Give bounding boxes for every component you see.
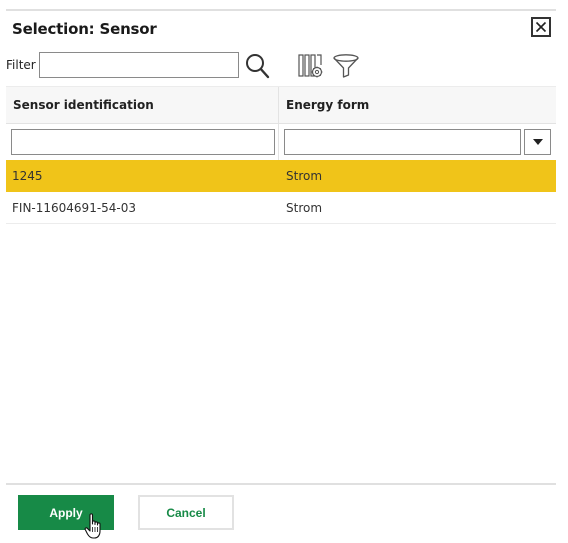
column-header-sensor-identification[interactable]: Sensor identification xyxy=(6,87,279,123)
table-row[interactable]: FIN-11604691-54-03 Strom xyxy=(6,192,556,224)
search-icon xyxy=(246,54,270,79)
grid-header: Sensor identification Energy form xyxy=(6,86,556,124)
filter-input[interactable] xyxy=(39,52,239,78)
energy-form-filter-cell xyxy=(279,124,556,160)
top-divider xyxy=(6,9,556,11)
chevron-down-icon xyxy=(532,139,543,145)
energy-form-cell: Strom xyxy=(286,168,323,183)
advanced-filter-button[interactable] xyxy=(332,53,360,79)
sensor-id-filter-input[interactable] xyxy=(11,129,275,155)
sensor-grid: Sensor identification Energy form 1245 S… xyxy=(6,86,556,224)
search-button[interactable] xyxy=(244,52,270,80)
column-settings-icon xyxy=(298,54,323,78)
sensor-id-cell: 1245 xyxy=(12,168,43,183)
cancel-button[interactable]: Cancel xyxy=(138,495,234,530)
energy-form-filter-input[interactable] xyxy=(284,129,521,155)
energy-form-dropdown-button[interactable] xyxy=(524,129,551,155)
apply-button[interactable]: Apply xyxy=(18,495,114,530)
funnel-icon xyxy=(333,54,359,78)
dialog-title: Selection: Sensor xyxy=(12,20,157,38)
column-filter-row xyxy=(6,124,556,160)
close-icon xyxy=(535,21,547,33)
close-button[interactable] xyxy=(531,17,551,37)
table-row[interactable]: 1245 Strom xyxy=(6,160,556,192)
column-settings-button[interactable] xyxy=(298,53,324,79)
column-header-energy-form[interactable]: Energy form xyxy=(279,87,556,123)
bottom-divider xyxy=(6,483,556,485)
sensor-id-cell: FIN-11604691-54-03 xyxy=(12,200,137,215)
energy-form-cell: Strom xyxy=(286,200,323,215)
sensor-id-filter-cell xyxy=(6,124,279,160)
filter-label: Filter xyxy=(6,58,36,72)
